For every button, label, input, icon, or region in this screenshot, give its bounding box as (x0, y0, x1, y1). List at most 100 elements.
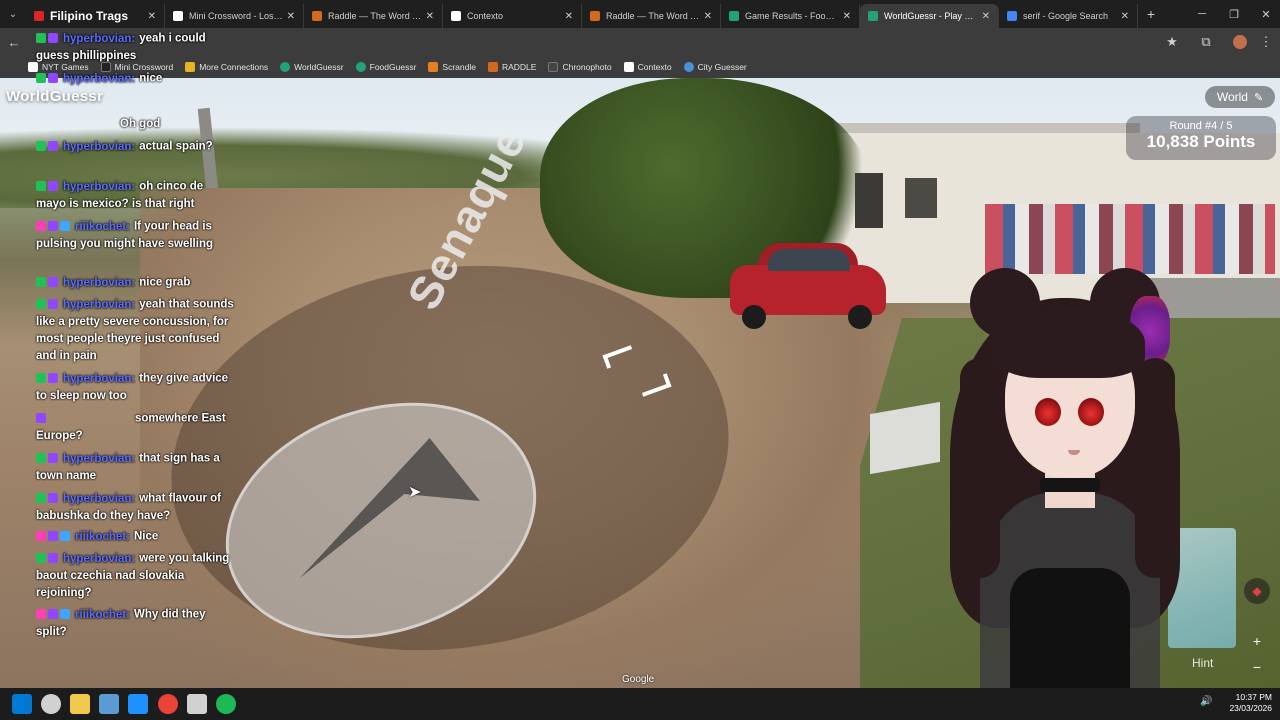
bookmark-contexto[interactable]: Contexto (623, 62, 672, 72)
system-clock[interactable]: 10:37 PM 23/03/2026 (1214, 692, 1272, 714)
profile-avatar[interactable] (1230, 32, 1250, 52)
bookmark-worldguessr[interactable]: WorldGuessr (280, 62, 344, 72)
chrome-icon[interactable] (158, 694, 178, 714)
avatar-sidelock (960, 358, 1000, 578)
tab-6[interactable]: WorldGuessr - Play Geog ✕ (860, 4, 999, 28)
chat-username: hyperbovian: (63, 180, 136, 193)
tab-3[interactable]: Contexto ✕ (443, 4, 582, 28)
chat-username: hyperbovian: (63, 72, 136, 85)
app-icon[interactable] (41, 694, 61, 714)
badge-icon (48, 276, 58, 287)
tab-strip: ⌄ Filipino Trags ✕ Mini Crossword - Los … (0, 0, 1280, 28)
app-icon[interactable] (187, 694, 207, 714)
points-total: 10,838 Points (1146, 132, 1256, 151)
house-window (905, 178, 937, 218)
tab-close-icon[interactable]: ✕ (565, 11, 573, 22)
bookmark-scrandle[interactable]: Scrandle (428, 62, 476, 72)
map-zoom-out-button[interactable]: − (1248, 658, 1266, 676)
tab-close-icon[interactable]: ✕ (1121, 11, 1129, 22)
tab-favicon-icon (590, 11, 600, 21)
chat-badges (36, 274, 60, 291)
tab-5[interactable]: Game Results - FoodGues ✕ (721, 4, 860, 28)
tab-close-icon[interactable]: ✕ (287, 11, 295, 22)
start-menu-icon[interactable] (12, 694, 32, 714)
chat-username: hyperbovian: (63, 140, 136, 153)
tab-close-icon[interactable]: ✕ (426, 11, 434, 22)
streamer-avatar (940, 268, 1190, 720)
menu-icon[interactable]: ⋮ (1256, 32, 1276, 52)
map-zoom-in-button[interactable]: + (1248, 632, 1266, 650)
chat-username: hyperbovian: (63, 32, 136, 45)
bookmark-raddle[interactable]: RADDLE (487, 62, 536, 72)
avatar-eye (1078, 398, 1104, 426)
close-window-button[interactable]: ✕ (1250, 0, 1280, 28)
chat-username: hyperbovian: (63, 552, 136, 565)
tab-close-icon[interactable]: ✕ (982, 11, 990, 22)
tab-close-icon[interactable]: ✕ (843, 11, 851, 22)
spotify-icon[interactable] (216, 694, 236, 714)
worldguessr-logo[interactable]: WorldGuessr (6, 88, 103, 105)
tab-1[interactable]: Mini Crossword - Los Ang ✕ (165, 4, 304, 28)
chat-badges (36, 550, 60, 567)
badge-icon (48, 32, 58, 43)
windows-taskbar: 🔊 (0, 688, 1280, 720)
badge-icon (36, 276, 46, 287)
tab-close-icon[interactable]: ✕ (704, 11, 712, 22)
chat-message: hyperbovian: were you talking baout czech… (36, 550, 236, 602)
tab-0[interactable]: Filipino Trags ✕ (26, 4, 165, 28)
chat-message: hyperbovian: actual spain? (36, 138, 236, 156)
bookmark-label: Scrandle (442, 62, 476, 72)
tab-search-button[interactable]: ⌄ (0, 0, 26, 28)
badge-icon (36, 530, 46, 541)
hint-button[interactable]: Hint (1192, 656, 1213, 670)
tab-favicon-icon (451, 11, 461, 21)
tab-title: serif - Google Search (1023, 11, 1109, 21)
chat-badges (36, 490, 60, 507)
badge-icon (48, 220, 58, 231)
bookmark-icon (355, 62, 366, 72)
volume-icon[interactable]: 🔊 (1200, 696, 1214, 716)
chat-username: riiikochet: (75, 530, 130, 543)
tab-7[interactable]: serif - Google Search ✕ (999, 4, 1138, 28)
bookmark-icon (487, 62, 498, 72)
chat-text: somewhere East Europe? (36, 412, 226, 442)
bookmark-chronophoto[interactable]: Chronophoto (548, 62, 612, 72)
file-explorer-icon[interactable] (70, 694, 90, 714)
extensions-icon[interactable]: ⧉ (1196, 32, 1216, 52)
tab-favicon-icon (868, 11, 878, 21)
chat-badges (36, 218, 72, 235)
game-mode-button[interactable]: World ✎ (1205, 86, 1275, 108)
bookmark-foodguessr[interactable]: FoodGuessr (355, 62, 416, 72)
tab-title: Mini Crossword - Los Ang (189, 11, 283, 21)
app-icon[interactable] (99, 694, 119, 714)
badge-icon (36, 72, 46, 83)
car-wheel (742, 305, 766, 329)
bookmark-icon (280, 62, 291, 72)
minimize-button[interactable]: ─ (1186, 0, 1218, 28)
chat-username: riiikochet: (75, 220, 130, 233)
badge-icon (36, 32, 46, 43)
star-icon[interactable]: ★ (1162, 32, 1182, 52)
chat-text: nice grab (139, 276, 191, 289)
car-windshield (768, 249, 850, 271)
chat-text: nice (139, 72, 163, 85)
tab-close-icon[interactable]: ✕ (148, 11, 156, 22)
badge-icon (48, 372, 58, 383)
tab-2[interactable]: Raddle — The Word Tran ✕ (304, 4, 443, 28)
bookmark-icon (428, 62, 439, 72)
restore-button[interactable]: ❐ (1218, 0, 1250, 28)
vscode-icon[interactable] (128, 694, 148, 714)
chat-message: riiikochet: Why did they split? (36, 606, 236, 641)
new-tab-button[interactable]: + (1138, 1, 1164, 27)
tab-4[interactable]: Raddle — The Word Tran ✕ (582, 4, 721, 28)
edit-icon: ✎ (1253, 91, 1264, 104)
compass-icon[interactable]: ◆ (1244, 578, 1270, 604)
chat-badges (36, 450, 60, 467)
back-icon[interactable]: ← (4, 32, 24, 52)
bookmark-label: City Guesser (697, 62, 747, 72)
tab-title: Filipino Trags (50, 9, 129, 23)
laundry-line (985, 204, 1275, 274)
badge-icon (48, 180, 58, 191)
badge-icon (36, 220, 46, 231)
bookmark-city-guesser[interactable]: City Guesser (683, 62, 747, 72)
